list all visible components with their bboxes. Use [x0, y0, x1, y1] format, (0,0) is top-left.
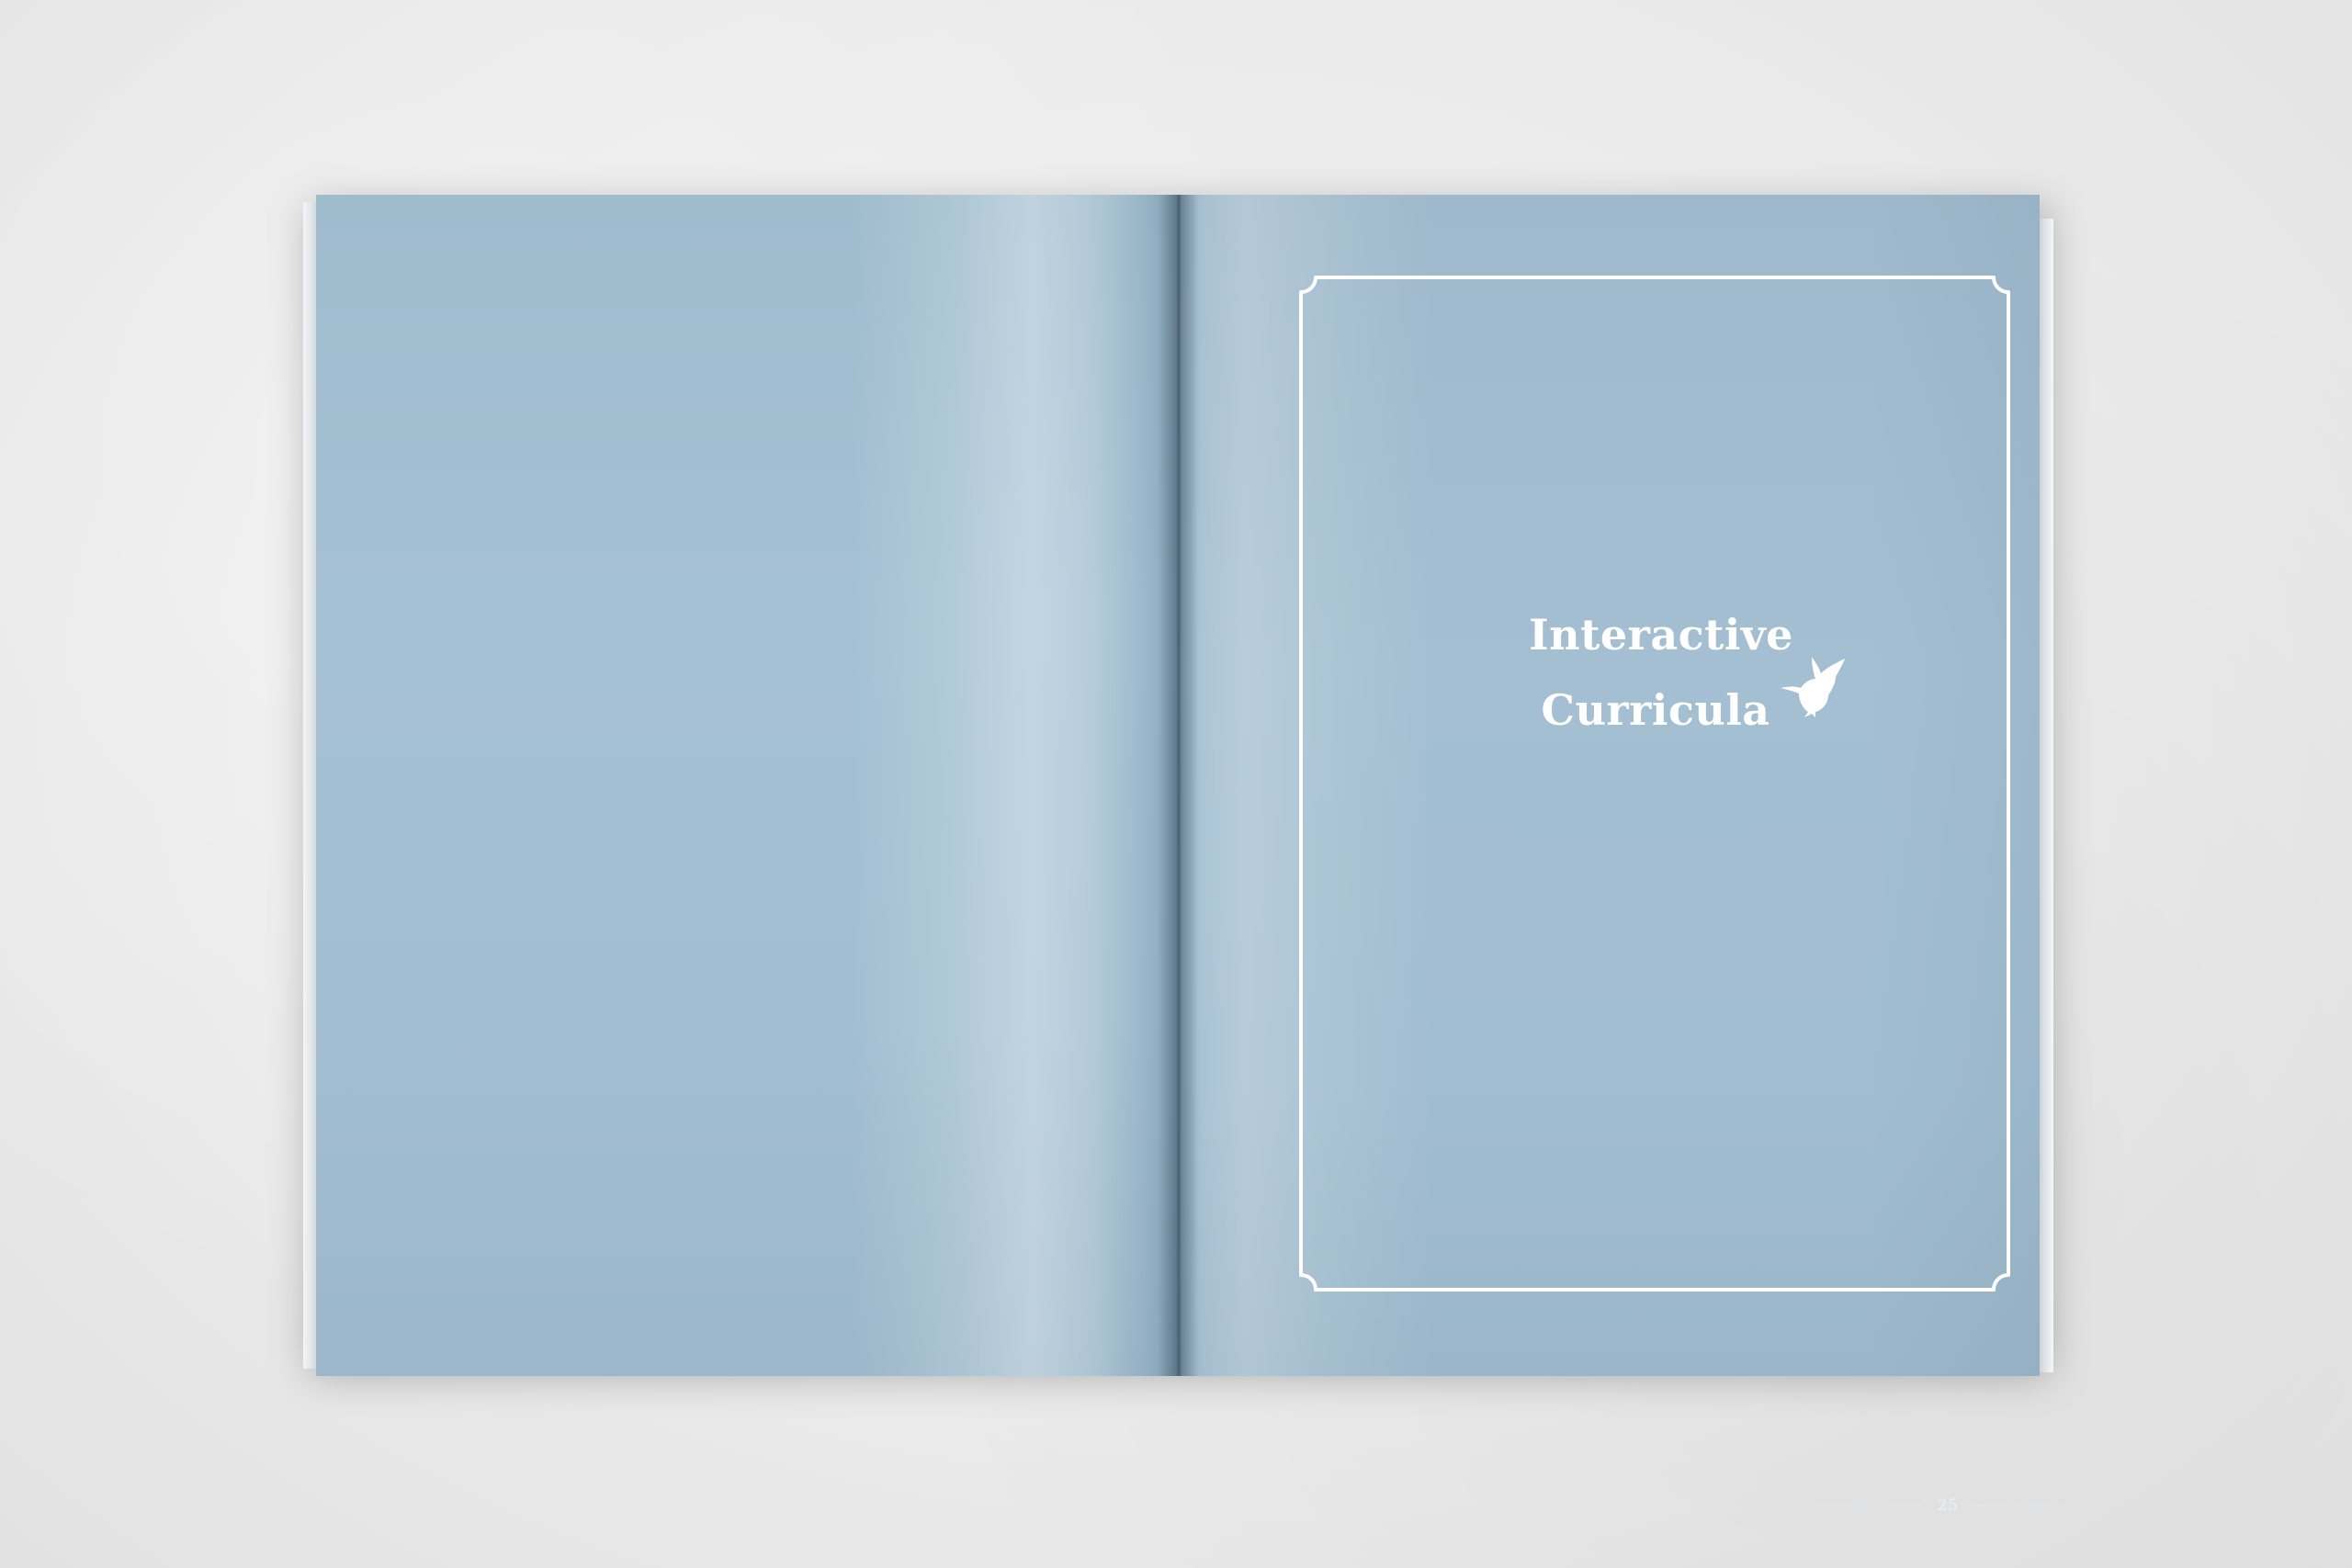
footer-rule-left [1793, 1505, 1923, 1506]
book-spine-gutter [1158, 195, 1198, 1376]
right-page-edges [2039, 219, 2053, 1372]
hummingbird-icon [1779, 655, 1850, 719]
page-number-footer: 25 [1782, 1492, 2113, 1519]
footer-rule-right [1973, 1505, 2102, 1506]
left-page [316, 195, 1180, 1376]
decorative-frame [1297, 274, 2012, 1293]
open-book: Interactive Curricula 25 [303, 195, 2102, 1515]
page-number: 25 [1937, 1496, 1959, 1515]
